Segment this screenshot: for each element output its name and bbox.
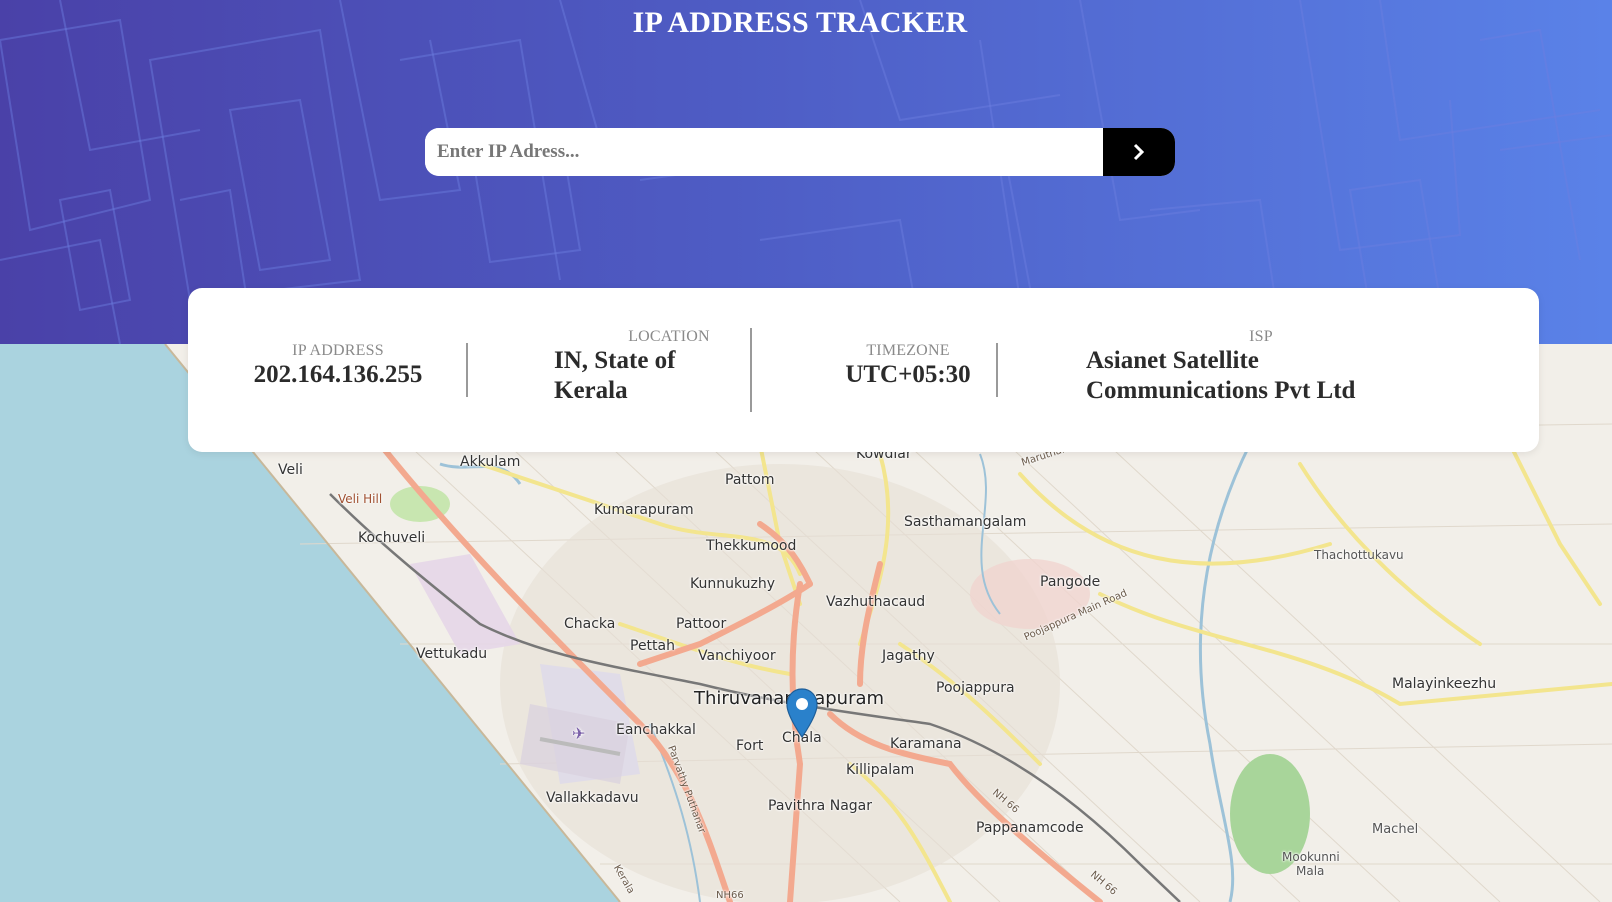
map-label-kumarapuram: Kumarapuram [594, 502, 694, 518]
map-label-sasthamangalam: Sasthamangalam [904, 514, 1027, 530]
page-title: IP ADDRESS TRACKER [632, 6, 968, 39]
stat-timezone: TIMEZONE UTC+05:30 [828, 342, 988, 390]
map-label-malayinkeezhu: Malayinkeezhu [1392, 676, 1497, 692]
info-card: IP ADDRESS 202.164.136.255 LOCATION IN, … [188, 288, 1539, 452]
location-value-line1: IN, State of [554, 347, 676, 374]
chevron-right-icon [1133, 143, 1145, 161]
stat-isp: ISP Asianet Satellite Communications Pvt… [1086, 328, 1416, 406]
map-label-nh66-bottom: NH66 [716, 890, 744, 901]
stat-location: LOCATION IN, State of Kerala [554, 328, 744, 406]
map-label-machel: Machel [1372, 822, 1419, 837]
map-label-kochuveli: Kochuveli [358, 530, 426, 546]
map-label-thekkumood: Thekkumood [706, 538, 797, 554]
map-label-akkulam: Akkulam [460, 454, 521, 470]
map-label-pettah: Pettah [630, 638, 675, 654]
map-label-veli-hill: Veli Hill [338, 492, 383, 506]
map-label-eanchakkal: Eanchakkal [616, 722, 696, 738]
location-value-line2: Kerala [554, 377, 628, 404]
map-label-thachottukavu: Thachottukavu [1314, 548, 1404, 562]
map-label-vazhuthacaud: Vazhuthacaud [826, 594, 926, 610]
map-pin-icon [786, 688, 818, 739]
ip-address-value: 202.164.136.255 [253, 361, 423, 388]
isp-value-line2: Communications Pvt Ltd [1086, 377, 1356, 404]
map-label-fort: Fort [736, 738, 764, 754]
stat-ip-address: IP ADDRESS 202.164.136.255 [248, 342, 428, 390]
map-label-poojappura: Poojappura [936, 680, 1015, 696]
map-label-chacka: Chacka [564, 616, 616, 632]
isp-label: ISP [1249, 328, 1273, 345]
map-label-veli: Veli [278, 462, 303, 478]
map-label-mookunni: Mookunni [1282, 850, 1340, 864]
timezone-label: TIMEZONE [866, 342, 950, 359]
divider [466, 343, 468, 397]
map-label-pavithra-nagar: Pavithra Nagar [768, 798, 872, 814]
isp-value-line1: Asianet Satellite [1086, 347, 1259, 374]
map-label-pattoor: Pattoor [676, 616, 727, 632]
map-label-vettukadu: Vettukadu [416, 646, 488, 662]
divider [996, 343, 998, 397]
map-label-pattom: Pattom [725, 472, 775, 488]
map-label-mala: Mala [1296, 864, 1325, 878]
search-bar [425, 128, 1175, 176]
map-label-jagathy: Jagathy [882, 648, 935, 664]
map-label-vanchiyoor: Vanchiyoor [698, 648, 776, 664]
map-label-karamana: Karamana [890, 736, 962, 752]
map-label-pappanamcode: Pappanamcode [976, 820, 1084, 836]
ip-search-input[interactable] [425, 128, 1103, 176]
location-label: LOCATION [628, 328, 710, 345]
location-marker[interactable] [786, 688, 818, 743]
map-label-pangode: Pangode [1040, 574, 1101, 590]
divider [750, 328, 752, 412]
timezone-value: UTC+05:30 [845, 361, 971, 388]
ip-address-label: IP ADDRESS [292, 342, 384, 359]
map-label-killipalam: Killipalam [846, 762, 915, 778]
map-label-vallakkadavu: Vallakkadavu [546, 790, 639, 806]
airport-icon: ✈ [572, 724, 586, 743]
map-label-kunnukuzhy: Kunnukuzhy [690, 576, 776, 592]
search-submit-button[interactable] [1103, 128, 1175, 176]
